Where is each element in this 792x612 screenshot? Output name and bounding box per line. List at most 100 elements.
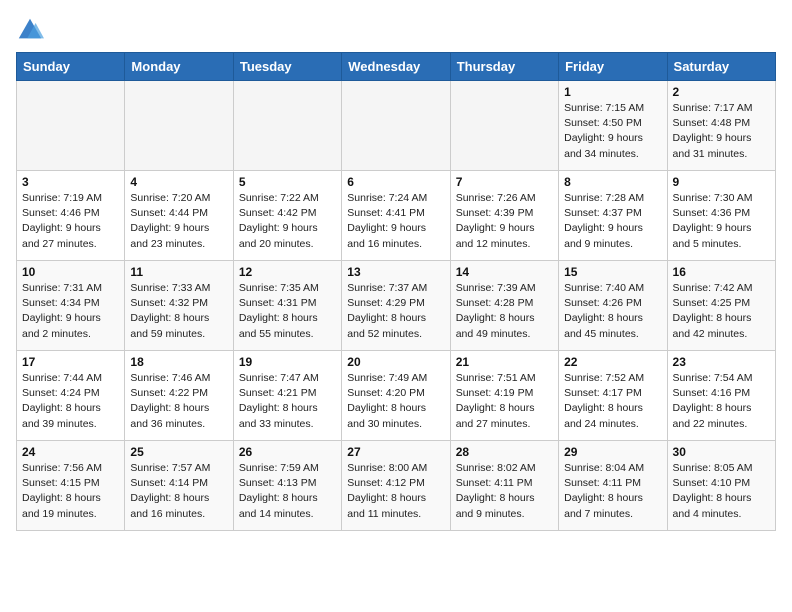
day-detail: Sunrise: 7:59 AM Sunset: 4:13 PM Dayligh…	[239, 461, 336, 522]
day-number: 15	[564, 265, 661, 279]
day-detail: Sunrise: 7:47 AM Sunset: 4:21 PM Dayligh…	[239, 371, 336, 432]
column-header-wednesday: Wednesday	[342, 53, 450, 81]
calendar-cell: 22 Sunrise: 7:52 AM Sunset: 4:17 PM Dayli…	[559, 351, 667, 441]
calendar-cell: 30Sunrise: 8:05 AM Sunset: 4:10 PM Dayli…	[667, 441, 775, 531]
calendar-cell: 19Sunrise: 7:47 AM Sunset: 4:21 PM Dayli…	[233, 351, 341, 441]
day-number: 26	[239, 445, 336, 459]
calendar-cell: 13 Sunrise: 7:37 AM Sunset: 4:29 PM Dayli…	[342, 261, 450, 351]
calendar-cell: 14 Sunrise: 7:39 AM Sunset: 4:28 PM Dayli…	[450, 261, 558, 351]
day-detail: Sunrise: 7:54 AM Sunset: 4:16 PM Dayligh…	[673, 371, 770, 432]
calendar-cell: 2Sunrise: 7:17 AM Sunset: 4:48 PM Daylig…	[667, 81, 775, 171]
calendar-cell: 28Sunrise: 8:02 AM Sunset: 4:11 PM Dayli…	[450, 441, 558, 531]
logo	[16, 16, 48, 44]
column-header-sunday: Sunday	[17, 53, 125, 81]
calendar-cell: 12 Sunrise: 7:35 AM Sunset: 4:31 PM Dayli…	[233, 261, 341, 351]
day-number: 6	[347, 175, 444, 189]
day-number: 2	[673, 85, 770, 99]
day-detail: Sunrise: 7:52 AM Sunset: 4:17 PM Dayligh…	[564, 371, 661, 432]
calendar-cell	[233, 81, 341, 171]
day-detail: Sunrise: 7:57 AM Sunset: 4:14 PM Dayligh…	[130, 461, 227, 522]
column-header-thursday: Thursday	[450, 53, 558, 81]
day-number: 28	[456, 445, 553, 459]
day-detail: Sunrise: 7:26 AM Sunset: 4:39 PM Dayligh…	[456, 191, 553, 252]
day-detail: Sunrise: 7:46 AM Sunset: 4:22 PM Dayligh…	[130, 371, 227, 432]
week-row-4: 17 Sunrise: 7:44 AM Sunset: 4:24 PM Dayli…	[17, 351, 776, 441]
day-detail: Sunrise: 7:42 AM Sunset: 4:25 PM Dayligh…	[673, 281, 770, 342]
day-detail: Sunrise: 7:28 AM Sunset: 4:37 PM Dayligh…	[564, 191, 661, 252]
calendar-cell: 15 Sunrise: 7:40 AM Sunset: 4:26 PM Dayli…	[559, 261, 667, 351]
day-number: 10	[22, 265, 119, 279]
calendar-cell: 4 Sunrise: 7:20 AM Sunset: 4:44 PM Daylig…	[125, 171, 233, 261]
day-number: 23	[673, 355, 770, 369]
day-number: 30	[673, 445, 770, 459]
day-number: 7	[456, 175, 553, 189]
day-number: 29	[564, 445, 661, 459]
day-number: 25	[130, 445, 227, 459]
calendar-cell: 7 Sunrise: 7:26 AM Sunset: 4:39 PM Daylig…	[450, 171, 558, 261]
day-detail: Sunrise: 7:37 AM Sunset: 4:29 PM Dayligh…	[347, 281, 444, 342]
day-number: 22	[564, 355, 661, 369]
day-detail: Sunrise: 7:35 AM Sunset: 4:31 PM Dayligh…	[239, 281, 336, 342]
day-detail: Sunrise: 8:04 AM Sunset: 4:11 PM Dayligh…	[564, 461, 661, 522]
column-header-friday: Friday	[559, 53, 667, 81]
day-detail: Sunrise: 7:19 AM Sunset: 4:46 PM Dayligh…	[22, 191, 119, 252]
column-header-tuesday: Tuesday	[233, 53, 341, 81]
day-detail: Sunrise: 7:22 AM Sunset: 4:42 PM Dayligh…	[239, 191, 336, 252]
page-header	[16, 16, 776, 44]
calendar-cell	[17, 81, 125, 171]
day-detail: Sunrise: 7:31 AM Sunset: 4:34 PM Dayligh…	[22, 281, 119, 342]
calendar-cell	[125, 81, 233, 171]
calendar-cell: 25 Sunrise: 7:57 AM Sunset: 4:14 PM Dayli…	[125, 441, 233, 531]
day-detail: Sunrise: 7:30 AM Sunset: 4:36 PM Dayligh…	[673, 191, 770, 252]
day-number: 21	[456, 355, 553, 369]
logo-icon	[16, 16, 44, 44]
day-detail: Sunrise: 7:56 AM Sunset: 4:15 PM Dayligh…	[22, 461, 119, 522]
day-number: 20	[347, 355, 444, 369]
day-detail: Sunrise: 7:39 AM Sunset: 4:28 PM Dayligh…	[456, 281, 553, 342]
day-number: 5	[239, 175, 336, 189]
day-number: 18	[130, 355, 227, 369]
day-number: 4	[130, 175, 227, 189]
day-number: 27	[347, 445, 444, 459]
day-detail: Sunrise: 7:20 AM Sunset: 4:44 PM Dayligh…	[130, 191, 227, 252]
calendar-cell	[450, 81, 558, 171]
day-number: 8	[564, 175, 661, 189]
day-number: 9	[673, 175, 770, 189]
calendar-cell: 21 Sunrise: 7:51 AM Sunset: 4:19 PM Dayli…	[450, 351, 558, 441]
day-detail: Sunrise: 7:40 AM Sunset: 4:26 PM Dayligh…	[564, 281, 661, 342]
day-detail: Sunrise: 7:15 AM Sunset: 4:50 PM Dayligh…	[564, 101, 661, 162]
day-number: 17	[22, 355, 119, 369]
calendar-cell: 3 Sunrise: 7:19 AM Sunset: 4:46 PM Daylig…	[17, 171, 125, 261]
calendar-cell: 1Sunrise: 7:15 AM Sunset: 4:50 PM Daylig…	[559, 81, 667, 171]
calendar-cell: 8 Sunrise: 7:28 AM Sunset: 4:37 PM Daylig…	[559, 171, 667, 261]
calendar-cell: 17 Sunrise: 7:44 AM Sunset: 4:24 PM Dayli…	[17, 351, 125, 441]
calendar-cell: 26 Sunrise: 7:59 AM Sunset: 4:13 PM Dayli…	[233, 441, 341, 531]
day-number: 16	[673, 265, 770, 279]
calendar-cell: 27 Sunrise: 8:00 AM Sunset: 4:12 PM Dayli…	[342, 441, 450, 531]
day-detail: Sunrise: 7:51 AM Sunset: 4:19 PM Dayligh…	[456, 371, 553, 432]
calendar-cell: 10 Sunrise: 7:31 AM Sunset: 4:34 PM Dayli…	[17, 261, 125, 351]
calendar-cell: 20 Sunrise: 7:49 AM Sunset: 4:20 PM Dayli…	[342, 351, 450, 441]
day-number: 12	[239, 265, 336, 279]
calendar-cell	[342, 81, 450, 171]
day-number: 24	[22, 445, 119, 459]
column-header-monday: Monday	[125, 53, 233, 81]
day-number: 3	[22, 175, 119, 189]
calendar-cell: 11Sunrise: 7:33 AM Sunset: 4:32 PM Dayli…	[125, 261, 233, 351]
day-number: 13	[347, 265, 444, 279]
day-detail: Sunrise: 7:24 AM Sunset: 4:41 PM Dayligh…	[347, 191, 444, 252]
day-detail: Sunrise: 7:44 AM Sunset: 4:24 PM Dayligh…	[22, 371, 119, 432]
day-detail: Sunrise: 8:00 AM Sunset: 4:12 PM Dayligh…	[347, 461, 444, 522]
week-row-3: 10 Sunrise: 7:31 AM Sunset: 4:34 PM Dayli…	[17, 261, 776, 351]
day-detail: Sunrise: 7:49 AM Sunset: 4:20 PM Dayligh…	[347, 371, 444, 432]
calendar-cell: 5 Sunrise: 7:22 AM Sunset: 4:42 PM Daylig…	[233, 171, 341, 261]
calendar-table: SundayMondayTuesdayWednesdayThursdayFrid…	[16, 52, 776, 531]
column-header-saturday: Saturday	[667, 53, 775, 81]
day-number: 14	[456, 265, 553, 279]
calendar-header-row: SundayMondayTuesdayWednesdayThursdayFrid…	[17, 53, 776, 81]
calendar-cell: 29 Sunrise: 8:04 AM Sunset: 4:11 PM Dayli…	[559, 441, 667, 531]
day-detail: Sunrise: 7:33 AM Sunset: 4:32 PM Dayligh…	[130, 281, 227, 342]
week-row-2: 3 Sunrise: 7:19 AM Sunset: 4:46 PM Daylig…	[17, 171, 776, 261]
calendar-cell: 6 Sunrise: 7:24 AM Sunset: 4:41 PM Daylig…	[342, 171, 450, 261]
week-row-1: 1Sunrise: 7:15 AM Sunset: 4:50 PM Daylig…	[17, 81, 776, 171]
